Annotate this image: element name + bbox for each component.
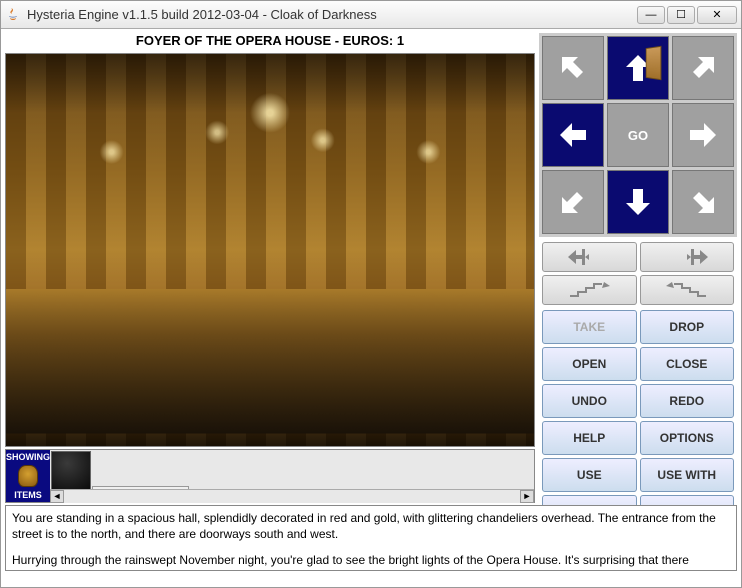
take-button[interactable]: TAKE (542, 310, 637, 344)
stairs-up-button[interactable] (542, 275, 637, 305)
controls-column: GO TAKE DROP OPEN CLOSE (539, 33, 737, 503)
go-northwest-button[interactable] (542, 36, 604, 100)
scene-column: FOYER OF THE OPERA HOUSE - EUROS: 1 SHOW… (5, 33, 535, 503)
use-button[interactable]: USE (542, 458, 637, 492)
inventory-scrollbar[interactable]: ◄ ► (50, 489, 534, 503)
open-button[interactable]: OPEN (542, 347, 637, 381)
go-northeast-button[interactable] (672, 36, 734, 100)
compass-grid: GO (539, 33, 737, 237)
go-west-button[interactable] (542, 103, 604, 167)
app-window: Hysteria Engine v1.1.5 build 2012-03-04 … (0, 0, 742, 588)
go-button[interactable]: GO (607, 103, 669, 167)
door-icon (646, 46, 662, 81)
go-southwest-button[interactable] (542, 170, 604, 234)
narrative-line: You are standing in a spacious hall, spl… (12, 510, 730, 542)
go-label: GO (628, 128, 648, 143)
inventory-items: Black velvet cloak ◄ ► (50, 450, 534, 502)
close-button-action[interactable]: CLOSE (640, 347, 735, 381)
scene-floor (5, 289, 535, 433)
undo-button[interactable]: UNDO (542, 384, 637, 418)
inventory-item-cloak[interactable] (51, 451, 91, 491)
go-north-button[interactable] (607, 36, 669, 100)
content-area: FOYER OF THE OPERA HOUSE - EUROS: 1 SHOW… (1, 29, 741, 587)
window-controls: — ☐ ✕ (637, 6, 737, 24)
go-east-button[interactable] (672, 103, 734, 167)
drop-button[interactable]: DROP (640, 310, 735, 344)
turn-right-button[interactable] (640, 242, 735, 272)
window-title: Hysteria Engine v1.1.5 build 2012-03-04 … (27, 7, 637, 22)
narrative-line: Hurrying through the rainswept November … (12, 552, 730, 568)
inventory-mode-tab[interactable]: SHOWING ITEMS (6, 450, 50, 502)
maximize-button[interactable]: ☐ (667, 6, 695, 24)
inventory-tab-bottom: ITEMS (14, 490, 42, 500)
stairs-down-button[interactable] (640, 275, 735, 305)
turn-left-button[interactable] (542, 242, 637, 272)
go-southeast-button[interactable] (672, 170, 734, 234)
java-icon (5, 7, 21, 23)
narrative-text[interactable]: You are standing in a spacious hall, spl… (5, 505, 737, 571)
location-header: FOYER OF THE OPERA HOUSE - EUROS: 1 (5, 33, 535, 53)
close-button[interactable]: ✕ (697, 6, 737, 24)
upper-panel: FOYER OF THE OPERA HOUSE - EUROS: 1 SHOW… (5, 33, 737, 503)
help-button[interactable]: HELP (542, 421, 637, 455)
options-button[interactable]: OPTIONS (640, 421, 735, 455)
redo-button[interactable]: REDO (640, 384, 735, 418)
titlebar: Hysteria Engine v1.1.5 build 2012-03-04 … (1, 1, 741, 29)
scene-image (5, 53, 535, 447)
go-south-button[interactable] (607, 170, 669, 234)
action-grid: TAKE DROP OPEN CLOSE UNDO REDO HELP OPTI… (539, 310, 737, 532)
backpack-icon (18, 465, 38, 487)
minimize-button[interactable]: — (637, 6, 665, 24)
inventory-panel: SHOWING ITEMS Black velvet cloak ◄ ► (5, 449, 535, 503)
scroll-left-button[interactable]: ◄ (50, 490, 64, 503)
inventory-tab-top: SHOWING (6, 452, 50, 462)
scroll-right-button[interactable]: ► (520, 490, 534, 503)
turn-stairs-panel (539, 239, 737, 308)
use-with-button[interactable]: USE WITH (640, 458, 735, 492)
